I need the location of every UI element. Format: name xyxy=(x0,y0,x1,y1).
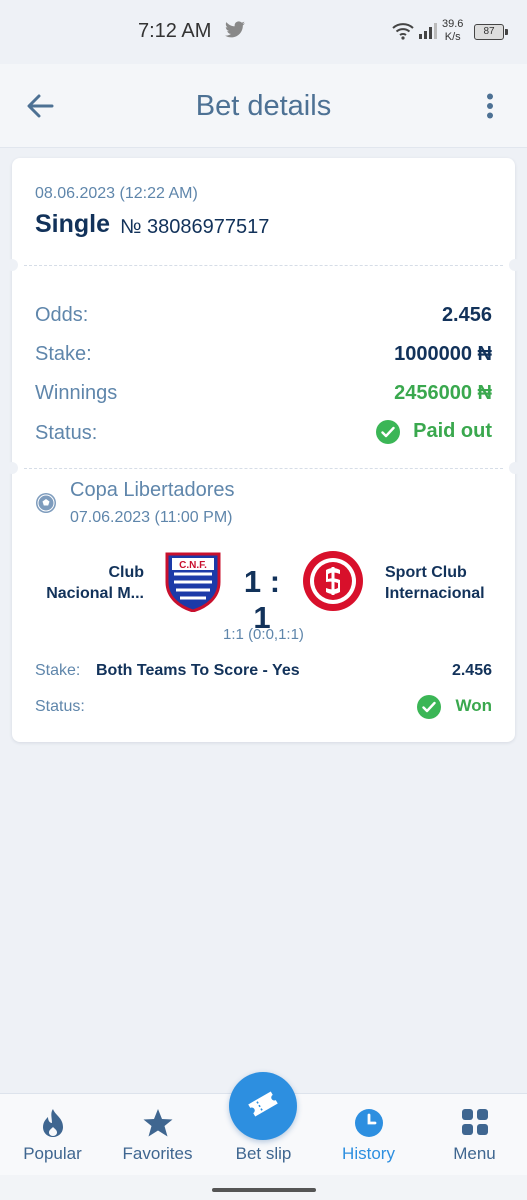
nav-history[interactable]: History xyxy=(316,1094,421,1176)
card-notch xyxy=(6,462,18,474)
status-bar: 7:12 AM 39.6 K/s 87 xyxy=(0,0,527,64)
bet-card: 08.06.2023 (12:22 AM) Single № 380869775… xyxy=(6,158,521,742)
status-label: Status: xyxy=(35,422,98,444)
check-circle-icon xyxy=(375,420,400,444)
odds-value: 2.456 xyxy=(441,304,492,326)
grid-icon xyxy=(461,1108,489,1141)
status-text: Paid out xyxy=(413,420,492,443)
twitter-icon xyxy=(224,21,246,44)
svg-text:C.N.F.: C.N.F. xyxy=(179,560,207,571)
app-header: Bet details xyxy=(0,64,527,148)
stake-label: Stake: xyxy=(35,343,92,365)
divider xyxy=(24,468,503,469)
nav-popular[interactable]: Popular xyxy=(0,1094,105,1176)
page-title: Bet details xyxy=(195,90,332,122)
away-team-logo xyxy=(302,550,364,617)
status-time: 7:12 AM xyxy=(138,20,212,42)
bet-date: 08.06.2023 (12:22 AM) xyxy=(35,185,198,202)
battery-indicator: 87 xyxy=(474,24,508,40)
flame-icon xyxy=(40,1108,66,1143)
league-name: Copa Libertadores xyxy=(70,479,235,501)
score-detail: 1:1 (0:0,1:1) xyxy=(223,626,304,643)
signal-icon xyxy=(418,22,438,45)
event-odds: 2.456 xyxy=(451,662,492,679)
event-status-label: Status: xyxy=(35,698,85,715)
wifi-icon xyxy=(392,22,414,45)
event-status-value: Won xyxy=(416,695,492,719)
bet-slip-fab[interactable] xyxy=(229,1072,297,1140)
network-speed: 39.6 K/s xyxy=(442,18,464,43)
nav-favorites[interactable]: Favorites xyxy=(105,1094,210,1176)
check-circle-icon xyxy=(416,695,441,719)
winnings-value: 2456000 ₦ xyxy=(394,382,492,404)
card-notch xyxy=(6,259,18,271)
card-notch xyxy=(509,259,521,271)
winnings-label: Winnings xyxy=(35,382,118,404)
home-team-logo: C.N.F. xyxy=(164,552,222,617)
event-stake-label: Stake: xyxy=(35,662,81,679)
status-value: Paid out xyxy=(375,420,492,444)
ticket-icon xyxy=(246,1090,280,1122)
home-gesture-handle[interactable] xyxy=(212,1188,316,1192)
clock-icon xyxy=(354,1108,384,1143)
more-vertical-icon xyxy=(486,93,494,124)
bet-type: Single xyxy=(35,210,111,238)
market-name: Both Teams To Score - Yes xyxy=(96,662,300,679)
football-icon xyxy=(35,492,57,514)
nav-menu[interactable]: Menu xyxy=(422,1094,527,1176)
event-status-text: Won xyxy=(455,696,492,716)
odds-label: Odds: xyxy=(35,304,89,326)
divider xyxy=(24,265,503,266)
more-options-button[interactable] xyxy=(477,90,503,126)
away-team-name: Sport Club Internacional xyxy=(385,564,485,602)
event-date: 07.06.2023 (11:00 PM) xyxy=(70,509,233,526)
star-icon xyxy=(143,1108,173,1143)
bet-number: № 38086977517 xyxy=(120,216,270,238)
stake-value: 1000000 ₦ xyxy=(394,343,492,365)
home-team-name: Club Nacional M... xyxy=(46,564,144,602)
card-notch xyxy=(509,462,521,474)
